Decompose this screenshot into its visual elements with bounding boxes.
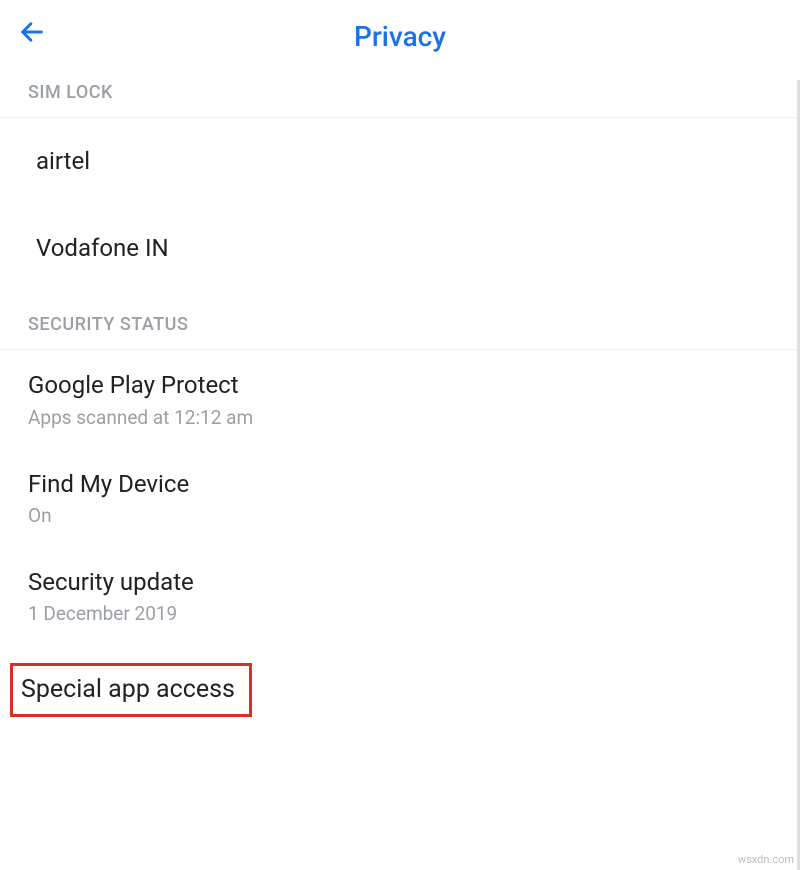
list-item-title: airtel bbox=[36, 146, 772, 177]
list-item-title: Security update bbox=[28, 567, 772, 598]
list-item-title: Find My Device bbox=[28, 469, 772, 500]
list-item-subtitle: On bbox=[28, 504, 772, 527]
list-item-subtitle: 1 December 2019 bbox=[28, 602, 772, 625]
list-item-title: Google Play Protect bbox=[28, 370, 772, 401]
section-header-security-status: SECURITY STATUS bbox=[0, 292, 800, 350]
list-item-vodafone[interactable]: Vodafone IN bbox=[0, 205, 800, 292]
list-item-subtitle: Apps scanned at 12:12 am bbox=[28, 406, 772, 429]
list-item-special-app-access[interactable]: Special app access bbox=[10, 663, 252, 718]
security-status-section: SECURITY STATUS Google Play Protect Apps… bbox=[0, 292, 800, 717]
list-item-title: Special app access bbox=[21, 674, 235, 707]
list-item-airtel[interactable]: airtel bbox=[0, 118, 800, 205]
list-item-security-update[interactable]: Security update 1 December 2019 bbox=[0, 547, 800, 645]
header-bar: Privacy bbox=[0, 0, 800, 60]
list-item-find-my-device[interactable]: Find My Device On bbox=[0, 449, 800, 547]
list-item-title: Vodafone IN bbox=[36, 233, 772, 264]
watermark: wsxdn.com bbox=[738, 853, 794, 866]
list-item-google-play-protect[interactable]: Google Play Protect Apps scanned at 12:1… bbox=[0, 350, 800, 448]
arrow-left-icon bbox=[18, 18, 46, 46]
section-header-sim-lock: SIM LOCK bbox=[0, 60, 800, 118]
page-title: Privacy bbox=[0, 8, 800, 53]
sim-lock-section: SIM LOCK airtel Vodafone IN bbox=[0, 60, 800, 292]
back-button[interactable] bbox=[18, 18, 46, 50]
